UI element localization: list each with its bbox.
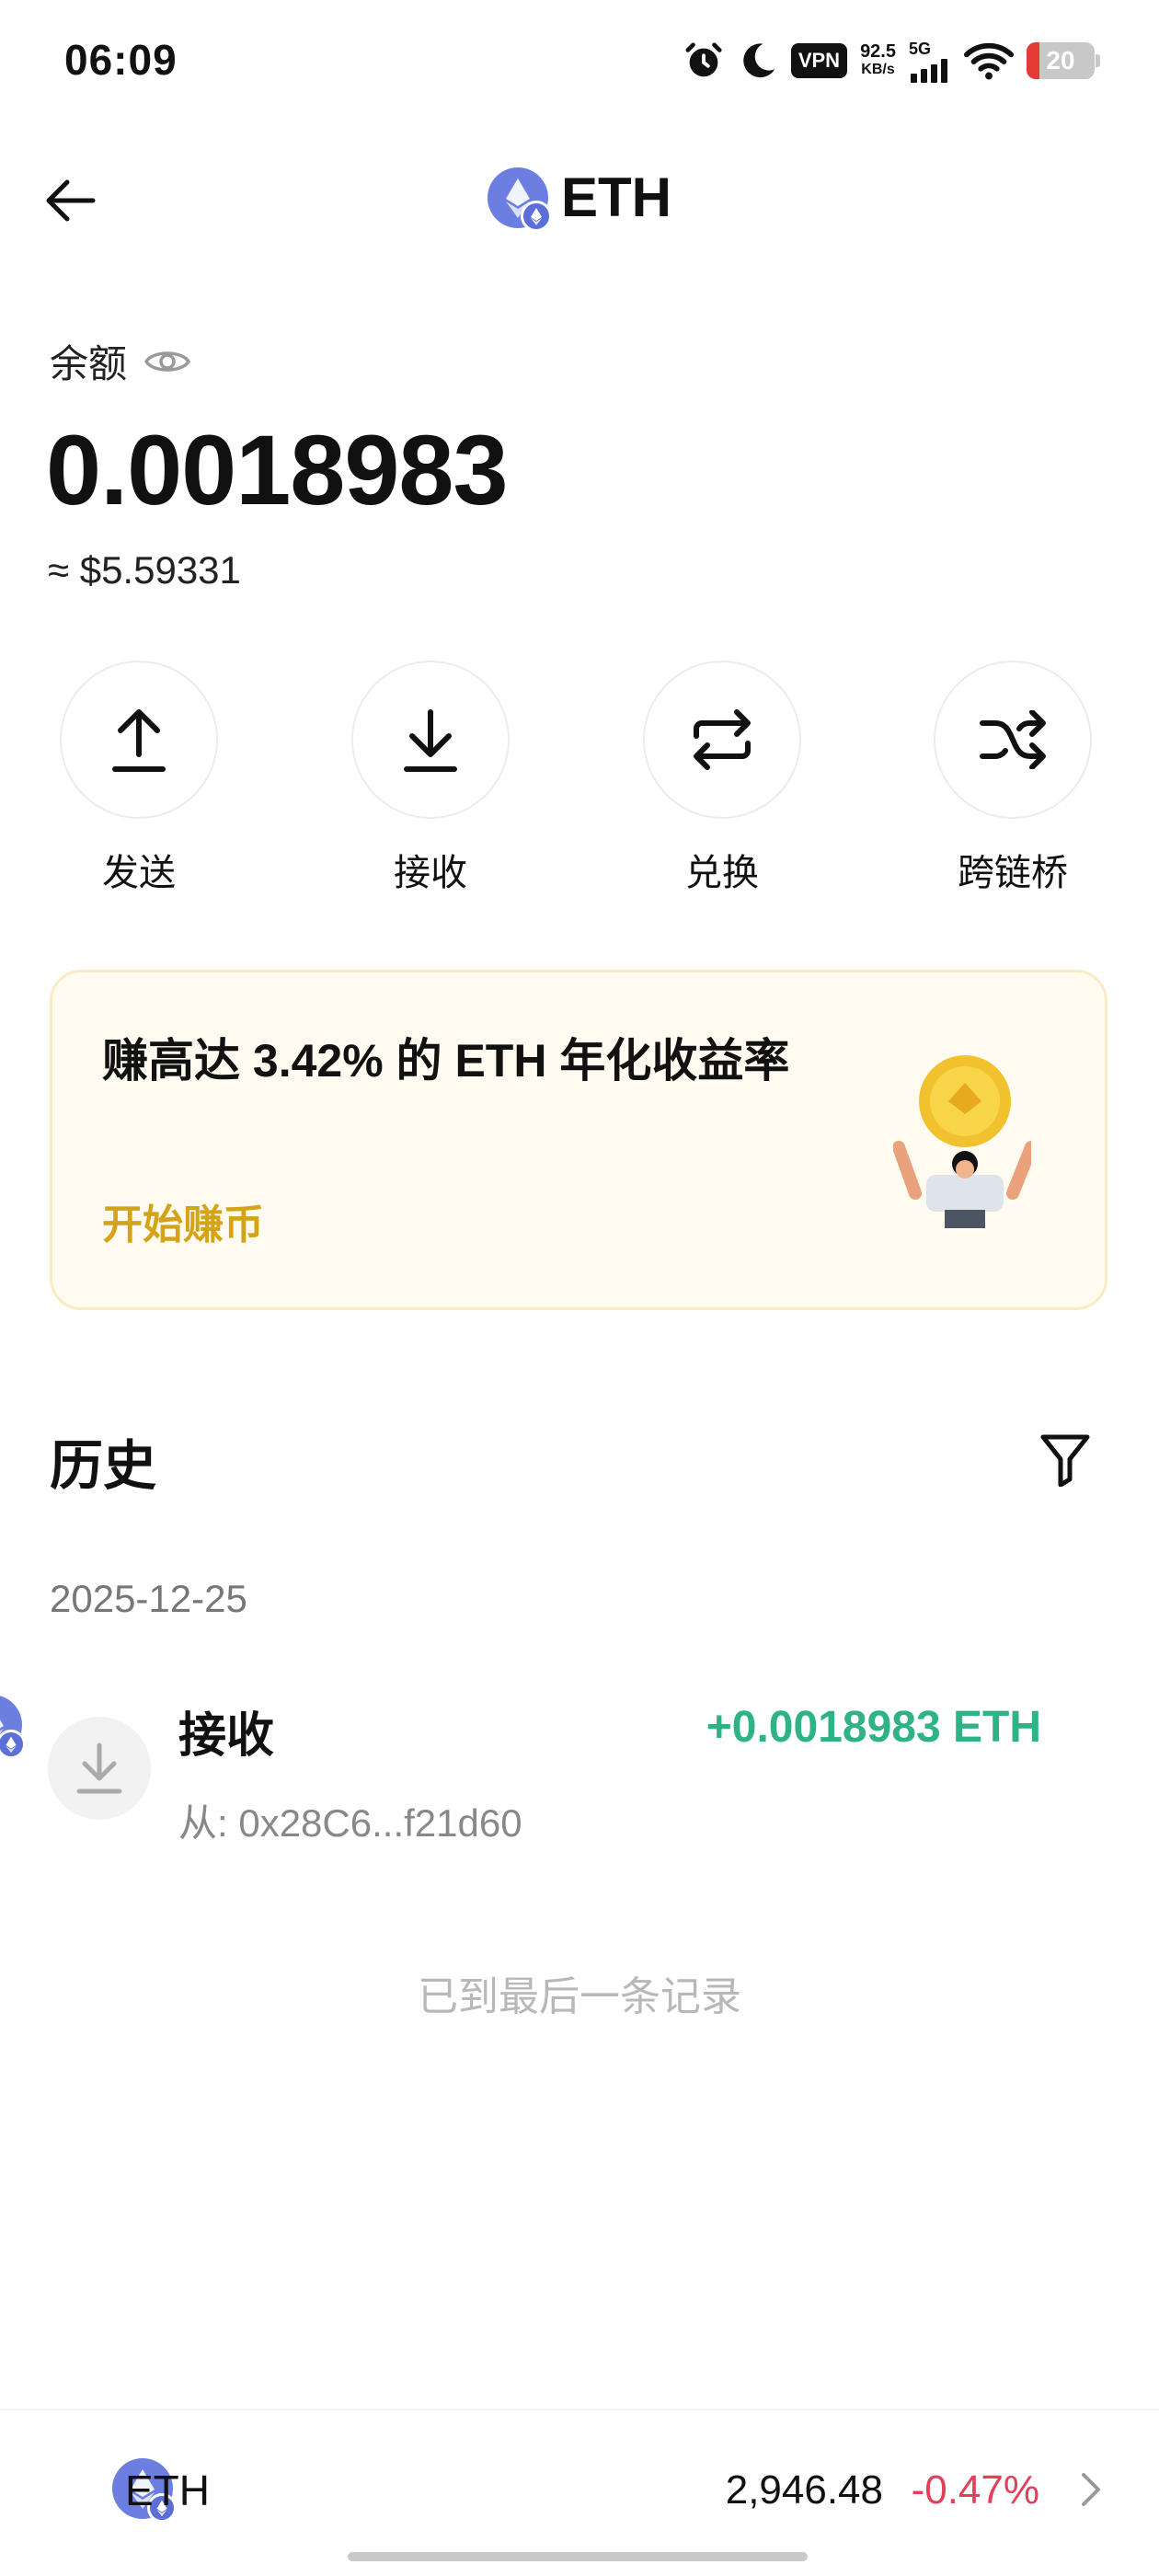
eth-coin-icon [488,167,552,232]
balance-label-text: 余额 [50,342,128,385]
receive-label: 接收 [394,853,467,893]
transaction-from: 从: 0x28C6...f21d60 [178,1801,522,1845]
battery-icon: 20 [1027,42,1100,79]
bottom-price: 2,946.48 [725,2467,883,2513]
earn-promo-card[interactable]: 赚高达 3.42% 的 ETH 年化收益率 开始赚币 [50,970,1107,1310]
bottom-price-change: -0.47% [911,2467,1039,2513]
bottom-coin-name[interactable]: ETH [125,2466,210,2515]
transaction-icon [48,1717,151,1820]
wifi-icon [964,42,1014,80]
download-arrow-icon [404,709,457,772]
transaction-type[interactable]: 接收 [178,1696,274,1765]
promo-text: 赚高达 3.42% 的 ETH 年化收益率 [102,1035,790,1087]
battery-level: 20 [1046,46,1075,75]
home-indicator[interactable] [348,2552,808,2561]
swap-label: 兑换 [685,853,759,893]
chevron-right-icon[interactable] [1073,2469,1109,2510]
receive-arrow-icon [76,1742,122,1794]
alarm-icon [685,42,722,77]
signal-group: 5G [909,40,951,83]
balance-label: 余额 [50,333,191,389]
balance-usd: ≈ $5.59331 [48,548,241,592]
bottom-divider [0,2409,1159,2410]
swap-icon [694,709,751,770]
signal-icon [911,58,947,83]
filter-button[interactable] [1032,1426,1098,1492]
filter-icon [1040,1434,1090,1487]
history-date: 2025-12-25 [50,1577,247,1620]
bridge-action[interactable]: 跨链桥 [933,661,1093,896]
status-time: 06:09 [64,36,178,84]
network-type: 5G [909,39,932,58]
earn-illustration-icon [893,1055,1031,1228]
eth-coin-icon [0,1695,26,1759]
swap-action[interactable]: 兑换 [642,661,802,896]
network-speed: 92.5 KB/s [860,42,896,79]
page-title: ETH [0,166,1159,232]
bridge-label: 跨链桥 [958,853,1068,893]
start-earning-link[interactable]: 开始赚币 [102,1191,264,1250]
bridge-button[interactable] [934,661,1092,819]
upload-arrow-icon [112,709,166,772]
speed-value: 92.5 [860,41,896,62]
page-title-text: ETH [561,167,671,228]
shuffle-icon [980,710,1046,769]
speed-unit: KB/s [861,62,895,77]
receive-button[interactable] [351,661,510,819]
moon-icon [743,43,775,78]
transaction-amount: +0.0018983 ETH [706,1703,1041,1752]
vpn-badge: VPN [790,43,848,78]
send-action[interactable]: 发送 [59,661,219,896]
status-icons: VPN 92.5 KB/s 5G 20 [683,37,1100,85]
balance-amount: 0.0018983 [46,414,509,525]
receive-action[interactable]: 接收 [350,661,511,896]
swap-button[interactable] [643,661,801,819]
send-button[interactable] [60,661,218,819]
send-label: 发送 [102,853,176,893]
eye-icon[interactable] [143,345,191,378]
history-title: 历史 [50,1436,157,1496]
end-of-list-note: 已到最后一条记录 [418,1974,741,2019]
